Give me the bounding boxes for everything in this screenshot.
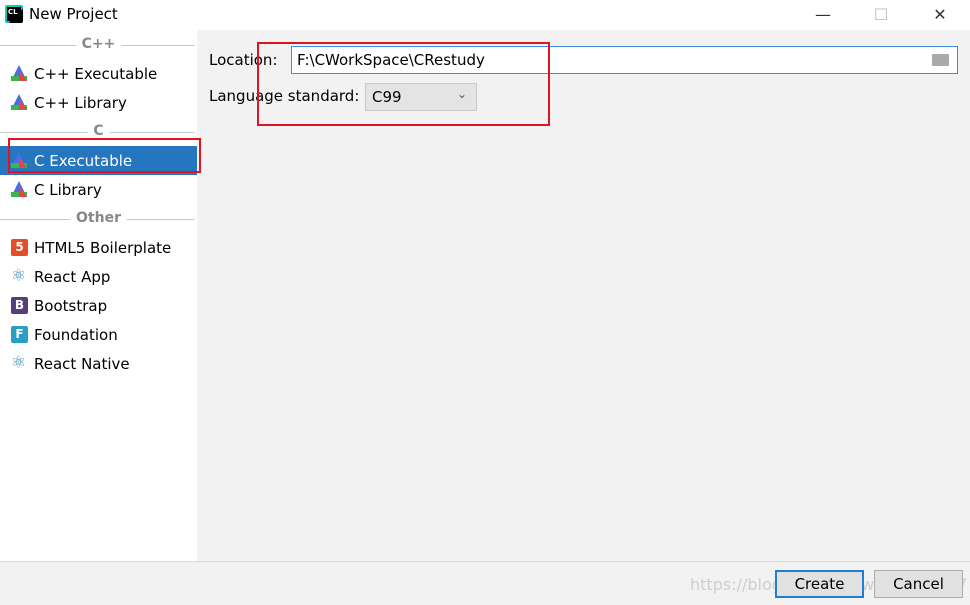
sidebar-item-cpp-library[interactable]: C++ Library [0, 88, 197, 117]
react-icon: ⚛ [11, 266, 27, 286]
title-bar: CL New Project — ☐ ✕ [0, 0, 970, 30]
settings-panel [197, 30, 970, 561]
clion-triangle-icon [11, 94, 28, 111]
language-standard-label: Language standard: [209, 87, 360, 105]
clion-triangle-icon [11, 152, 28, 169]
sidebar-item-html5-boilerplate[interactable]: 5 HTML5 Boilerplate [0, 233, 197, 262]
bootstrap-icon: B [11, 297, 28, 314]
group-header-c: C [0, 117, 197, 146]
location-input[interactable]: F:\CWorkSpace\CRestudy [291, 46, 958, 74]
react-icon: ⚛ [11, 353, 27, 373]
sidebar-item-c-executable[interactable]: C Executable [0, 146, 197, 175]
group-header-other: Other [0, 204, 197, 233]
window-title: New Project [29, 5, 118, 23]
sidebar-item-react-app[interactable]: ⚛ React App [0, 262, 197, 291]
clion-triangle-icon [11, 181, 28, 198]
chevron-down-icon: ⌄ [456, 87, 467, 101]
sidebar-item-react-native[interactable]: ⚛ React Native [0, 349, 197, 378]
sidebar-item-cpp-executable[interactable]: C++ Executable [0, 59, 197, 88]
folder-icon[interactable] [932, 54, 949, 66]
sidebar-item-bootstrap[interactable]: B Bootstrap [0, 291, 197, 320]
html5-icon: 5 [11, 239, 28, 256]
group-header-cpp: C++ [0, 30, 197, 59]
foundation-icon: F [11, 326, 28, 343]
cancel-button[interactable]: Cancel [874, 570, 963, 598]
location-label: Location: [209, 51, 278, 69]
clion-triangle-icon [11, 65, 28, 82]
sidebar-item-foundation[interactable]: F Foundation [0, 320, 197, 349]
close-button[interactable]: ✕ [925, 4, 955, 26]
language-standard-select[interactable]: C99 ⌄ [365, 83, 477, 111]
create-button[interactable]: Create [775, 570, 864, 598]
sidebar-item-c-library[interactable]: C Library [0, 175, 197, 204]
minimize-button[interactable]: — [808, 4, 838, 26]
project-type-sidebar: C++ C++ Executable C++ Library C C Execu… [0, 30, 197, 561]
clion-app-icon: CL [5, 5, 23, 23]
maximize-button[interactable]: ☐ [866, 4, 896, 26]
